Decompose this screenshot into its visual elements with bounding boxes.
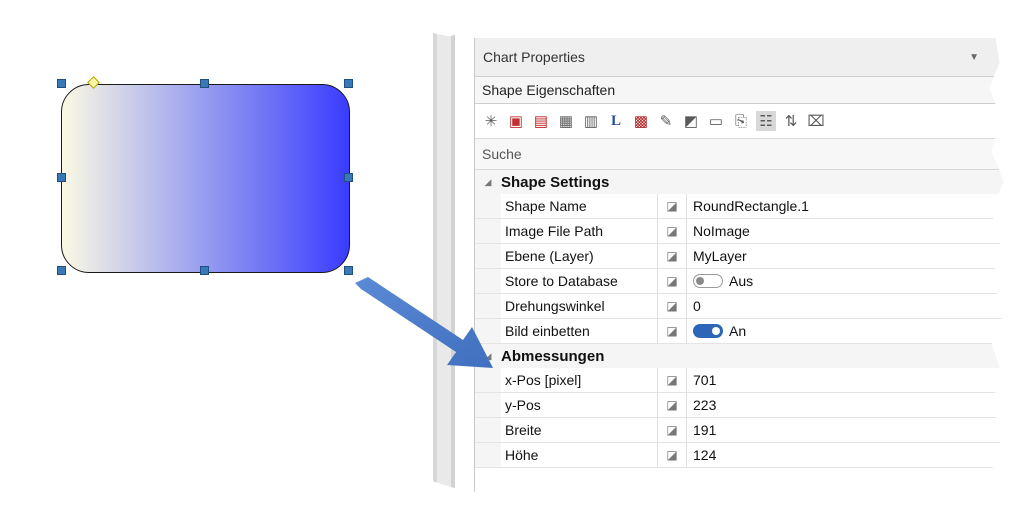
- annotation-arrow: [355, 277, 493, 368]
- arrow-shape: [355, 277, 493, 368]
- search-icon[interactable]: ⚲: [1010, 143, 1022, 164]
